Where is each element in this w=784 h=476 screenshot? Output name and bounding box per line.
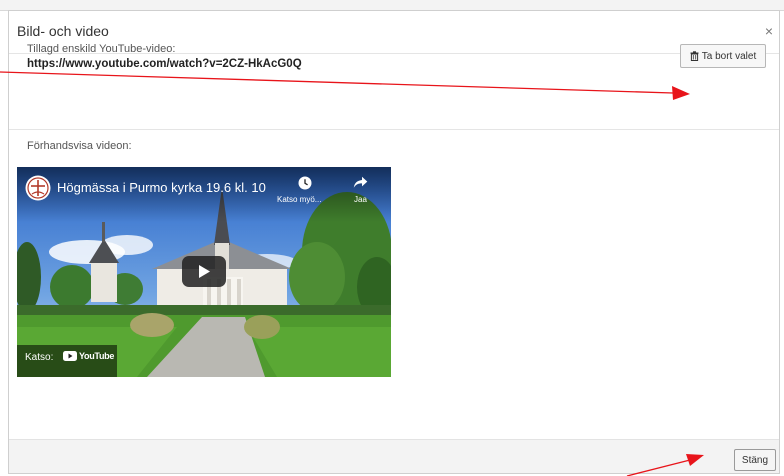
remove-selection-button[interactable]: Ta bort valet [680, 44, 766, 68]
added-video-url: https://www.youtube.com/watch?v=2CZ-HkAc… [27, 58, 302, 70]
channel-cross-icon [25, 175, 51, 201]
close-button[interactable]: Stäng [734, 449, 776, 471]
trash-icon [690, 51, 699, 61]
youtube-logo-icon [63, 351, 77, 361]
close-icon[interactable]: × [765, 23, 773, 39]
play-icon[interactable] [182, 256, 226, 287]
share-label: Jaa [354, 195, 367, 204]
media-dialog: Bild- och video × Tillagd enskild YouTub… [8, 10, 780, 474]
watch-on-youtube-button[interactable]: YouTube [63, 351, 114, 361]
watch-on-label: Katso: [25, 352, 54, 363]
youtube-label: YouTube [79, 351, 115, 361]
clock-icon[interactable] [298, 176, 312, 190]
close-button-label: Stäng [741, 454, 769, 466]
dialog-footer [9, 439, 779, 473]
video-title[interactable]: Högmässa i Purmo kyrka 19.6 kl. 10 [57, 180, 266, 195]
watch-later-label: Katso myö... [277, 195, 322, 204]
added-video-label: Tillagd enskild YouTube-video: [27, 43, 176, 55]
remove-selection-label: Ta bort valet [701, 50, 757, 62]
share-icon[interactable] [353, 176, 368, 189]
youtube-video-player[interactable]: Högmässa i Purmo kyrka 19.6 kl. 10 Katso… [17, 167, 391, 377]
preview-label: Förhandsvisa videon: [27, 140, 132, 152]
dialog-title: Bild- och video [17, 23, 109, 39]
